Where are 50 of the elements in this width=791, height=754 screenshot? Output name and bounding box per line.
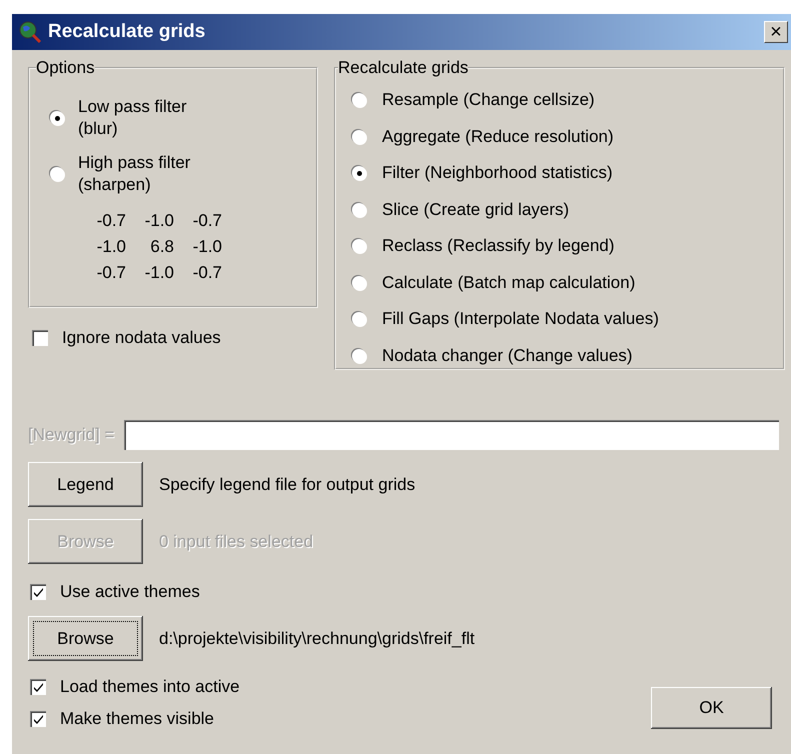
checkbox[interactable] xyxy=(30,679,46,695)
checkbox[interactable] xyxy=(30,711,46,727)
window-title: Recalculate grids xyxy=(48,21,206,43)
checkbox[interactable] xyxy=(30,584,46,600)
matrix-value: -1.0 xyxy=(192,236,222,258)
radio-label: Resample (Change cellsize) xyxy=(382,90,595,110)
button-description: d:\projekte\visibility\rechnung\grids\freif_flt xyxy=(159,628,475,648)
dialog-button[interactable]: Legend xyxy=(28,462,143,507)
ok-button[interactable]: OK xyxy=(651,687,772,729)
radio-button[interactable] xyxy=(50,167,64,181)
radio-button[interactable] xyxy=(352,93,366,108)
radio-label: Nodata changer (Change values) xyxy=(382,346,632,366)
radio-label: Filter (Neighborhood statistics) xyxy=(382,163,613,184)
checkbox-label: Ignore nodata values xyxy=(62,328,221,348)
close-button[interactable]: × xyxy=(764,21,788,43)
radio-button[interactable] xyxy=(352,202,366,217)
matrix-value: -0.7 xyxy=(192,262,222,284)
button-description: Specify legend file for output grids xyxy=(159,474,416,494)
matrix-value: 6.8 xyxy=(149,236,174,258)
checkbox-label: Use active themes xyxy=(60,582,200,602)
radio-button[interactable] xyxy=(352,239,366,254)
radio-label: High pass filter (sharpen) xyxy=(78,152,192,196)
dialog-button[interactable]: Browse xyxy=(28,616,143,661)
radio-button[interactable] xyxy=(50,111,64,125)
radio-button[interactable] xyxy=(352,130,366,144)
matrix-value: -0.7 xyxy=(192,210,222,232)
checkmark-icon xyxy=(32,682,44,692)
radio-label: Calculate (Batch map calculation) xyxy=(382,272,636,293)
radio-label: Low pass filter (blur) xyxy=(78,96,188,140)
checkmark-icon xyxy=(32,714,44,724)
radio-label: Fill Gaps (Interpolate Nodata values) xyxy=(382,309,659,330)
checkbox[interactable] xyxy=(32,330,48,346)
matrix-value: -1.0 xyxy=(96,236,126,258)
globe-magnifier-icon xyxy=(18,20,42,44)
radio-button[interactable] xyxy=(352,276,366,290)
checkmark-icon xyxy=(32,586,44,598)
matrix-value: -1.0 xyxy=(144,262,174,284)
group-title: Recalculate grids xyxy=(338,58,468,78)
radio-button[interactable] xyxy=(352,166,366,180)
checkbox-label: Make themes visible xyxy=(60,709,214,729)
radio-label: Reclass (Reclassify by legend) xyxy=(382,236,614,256)
matrix-value: -0.7 xyxy=(96,262,126,284)
group-title: Options xyxy=(36,58,95,78)
radio-button[interactable] xyxy=(352,348,366,363)
radio-label: Slice (Create grid layers) xyxy=(382,200,570,220)
radio-button[interactable] xyxy=(352,312,366,326)
matrix-value: -1.0 xyxy=(144,210,174,232)
matrix-value: -0.7 xyxy=(96,210,126,232)
radio-label: Aggregate (Reduce resolution) xyxy=(382,126,614,147)
checkbox-label: Load themes into active xyxy=(60,677,240,697)
